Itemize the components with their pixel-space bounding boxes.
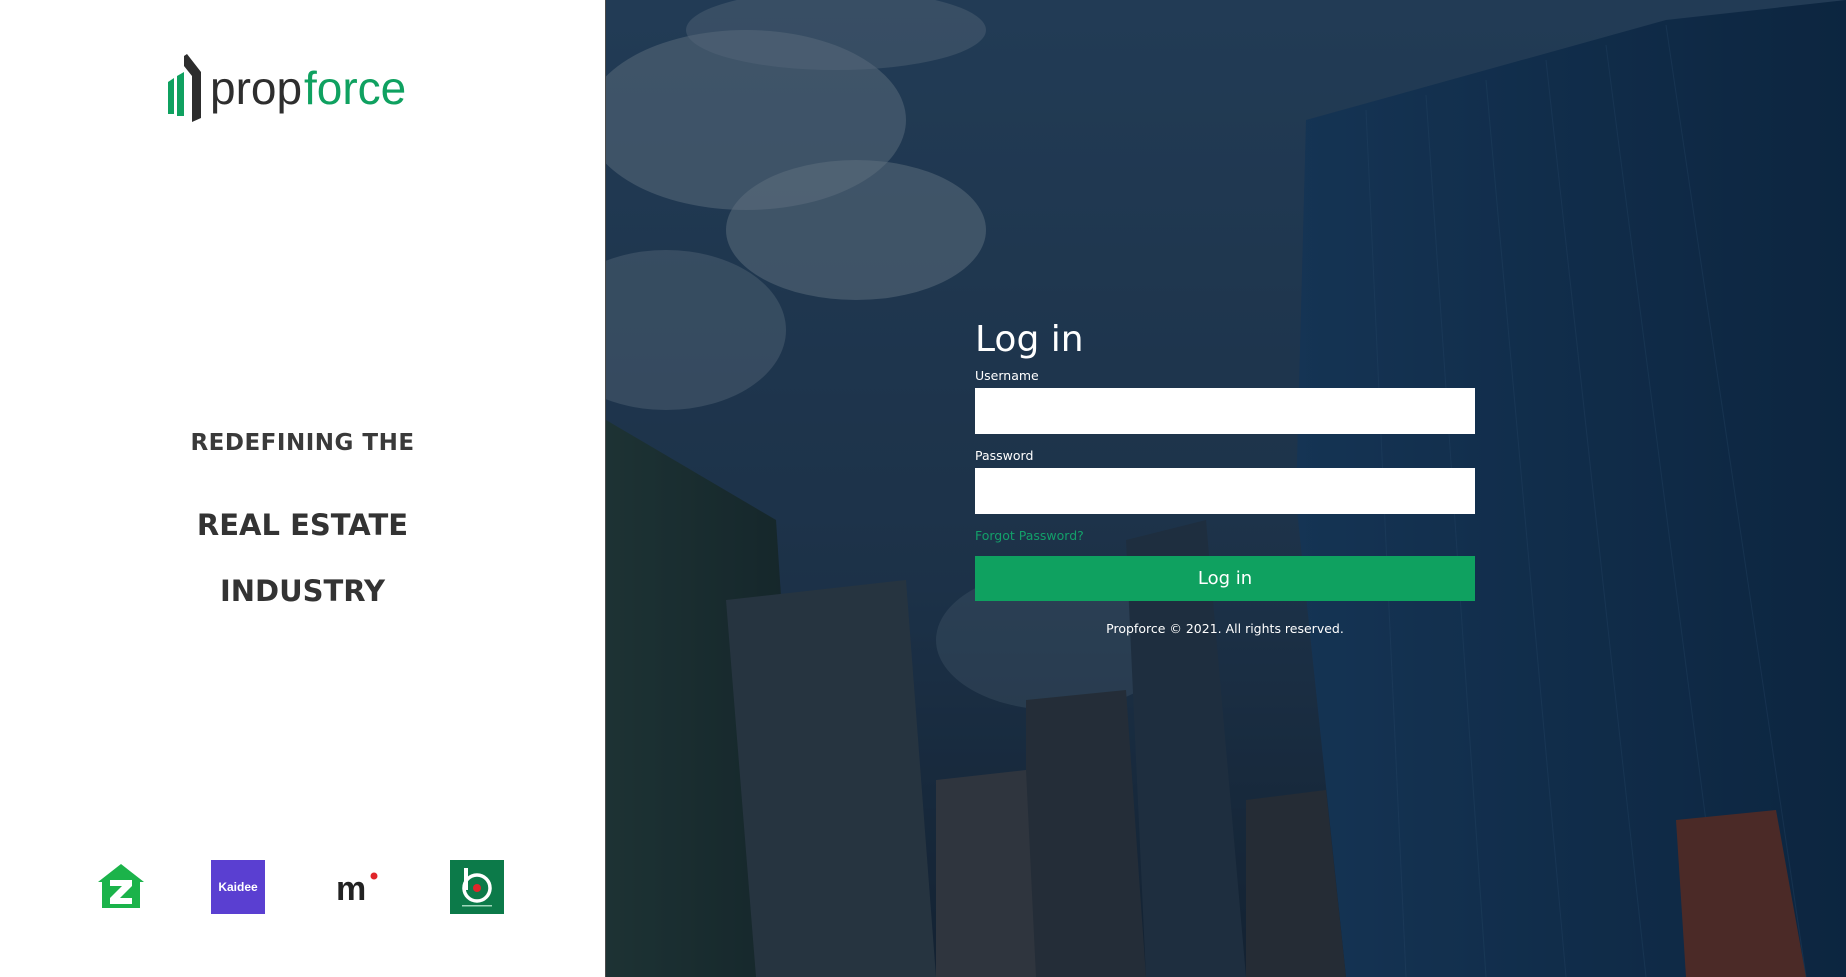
kaidee-logo: Kaidee: [211, 860, 265, 914]
tagline-top: REDEFINING THE: [190, 430, 415, 456]
zameen-logo: [94, 860, 148, 914]
tagline-main-line2: INDUSTRY: [219, 574, 386, 608]
partner-logos: Kaidee m: [0, 860, 605, 914]
login-button[interactable]: Log in: [975, 556, 1475, 601]
svg-text:m: m: [336, 870, 366, 908]
logo-mark-green-mid: [177, 72, 184, 116]
username-input[interactable]: [975, 388, 1475, 434]
login-form: Log in Username Password Forgot Password…: [975, 318, 1475, 636]
bahtsold-logo: [450, 860, 504, 914]
password-input[interactable]: [975, 468, 1475, 514]
tagline-main: REAL ESTATE INDUSTRY: [0, 476, 605, 641]
forgot-password-link[interactable]: Forgot Password?: [975, 528, 1084, 543]
login-panel: Log in Username Password Forgot Password…: [606, 0, 1846, 977]
copyright-text: Propforce © 2021. All rights reserved.: [1106, 621, 1344, 636]
password-label: Password: [975, 448, 1034, 463]
logo-text-prop: prop: [210, 62, 302, 114]
tagline-main-line1: REAL ESTATE: [196, 508, 409, 542]
login-title: Log in: [975, 319, 1084, 360]
logo-text-force: force: [304, 62, 406, 114]
logo-mark-dark: [184, 54, 201, 122]
mudah-logo: m: [330, 860, 384, 914]
username-label: Username: [975, 368, 1039, 383]
propforce-logo: prop force: [166, 52, 436, 124]
logo-mark-green-left: [168, 78, 174, 114]
brand-panel: prop force REDEFINING THE REAL ESTATE IN…: [0, 0, 605, 977]
